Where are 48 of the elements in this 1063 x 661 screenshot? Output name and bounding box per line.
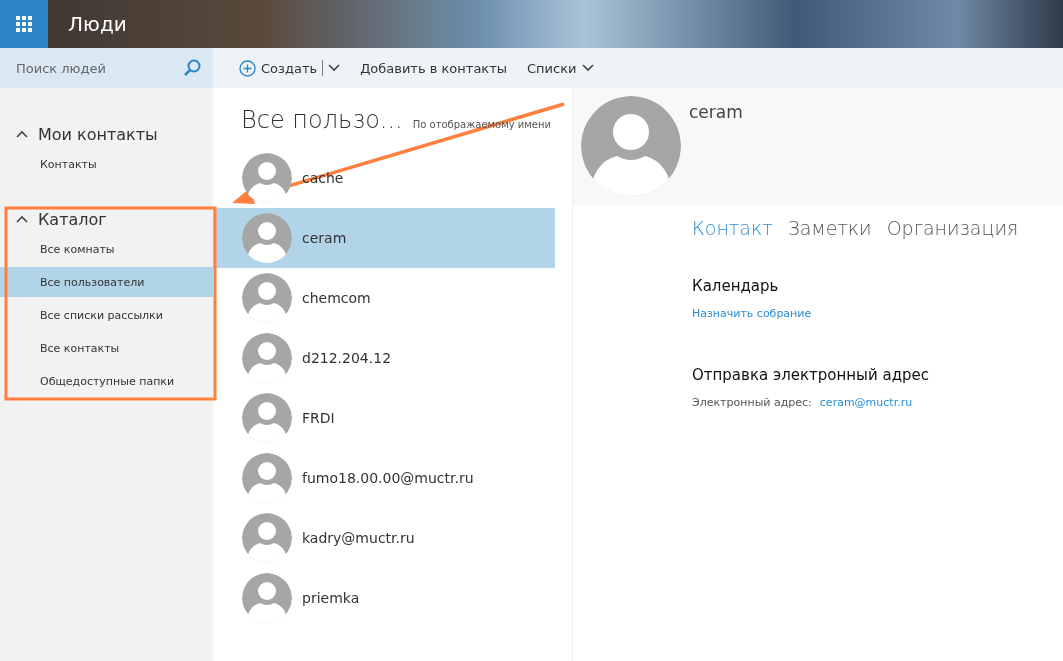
nav-section-header[interactable]: Мои контакты — [0, 122, 213, 146]
contact-row[interactable]: priemka — [213, 568, 555, 628]
search-icon — [183, 59, 201, 77]
email-heading: Отправка электронный адрес — [692, 366, 930, 384]
email-link[interactable]: ceram@muctr.ru — [819, 396, 913, 409]
nav-section-header[interactable]: Каталог — [0, 207, 213, 231]
grid-icon — [16, 16, 32, 32]
detail-tab[interactable]: Организация — [886, 217, 1019, 239]
contact-name: ceram — [689, 101, 743, 124]
nav-item[interactable]: Все списки рассылки — [0, 300, 213, 330]
nav-item[interactable]: Общедоступные папки — [0, 366, 213, 396]
contact-row[interactable]: d212.204.12 — [213, 328, 555, 388]
avatar-icon — [242, 213, 292, 263]
app-launcher-button[interactable] — [0, 0, 48, 48]
nav-item[interactable]: Все комнаты — [0, 234, 213, 264]
avatar-icon — [242, 393, 292, 443]
calendar-heading: Календарь — [692, 277, 780, 295]
schedule-meeting-link[interactable]: Назначить собрание — [692, 307, 812, 320]
detail-tab[interactable]: Заметки — [787, 217, 872, 239]
toolbar-button[interactable]: Добавить в контакты — [360, 56, 508, 80]
create-button[interactable]: Создать — [239, 55, 341, 81]
nav-item[interactable]: Контакты — [0, 149, 213, 179]
avatar-icon — [581, 96, 681, 196]
nav-item[interactable]: Все пользователи — [0, 267, 213, 297]
contact-row[interactable]: ceram — [213, 208, 555, 268]
avatar-icon — [242, 573, 292, 623]
caret-up-icon — [16, 215, 28, 223]
contact-row[interactable]: FRDI — [213, 388, 555, 448]
list-title: Все пользо... — [241, 106, 403, 134]
avatar-icon — [242, 333, 292, 383]
contact-row[interactable]: kadry@muctr.ru — [213, 508, 555, 568]
caret-down-icon — [328, 64, 341, 72]
avatar-icon — [242, 273, 292, 323]
avatar-icon — [242, 153, 292, 203]
plus-circle-icon — [239, 59, 256, 77]
detail-tab[interactable]: Контакт — [692, 217, 773, 239]
contact-row[interactable]: chemcom — [213, 268, 555, 328]
email-label: Электронный адрес: — [692, 396, 812, 409]
caret-up-icon — [16, 130, 28, 138]
lists-dropdown[interactable]: Списки — [527, 56, 594, 80]
contact-row[interactable]: fumo18.00.00@muctr.ru — [213, 448, 555, 508]
search-field[interactable]: Поиск людей — [14, 59, 168, 77]
avatar-icon — [242, 453, 292, 503]
search-box[interactable]: Поиск людей — [0, 48, 213, 88]
avatar-icon — [242, 513, 292, 563]
nav-item[interactable]: Все контакты — [0, 333, 213, 363]
app-title: Люди — [67, 11, 127, 38]
caret-down-icon — [581, 64, 594, 72]
